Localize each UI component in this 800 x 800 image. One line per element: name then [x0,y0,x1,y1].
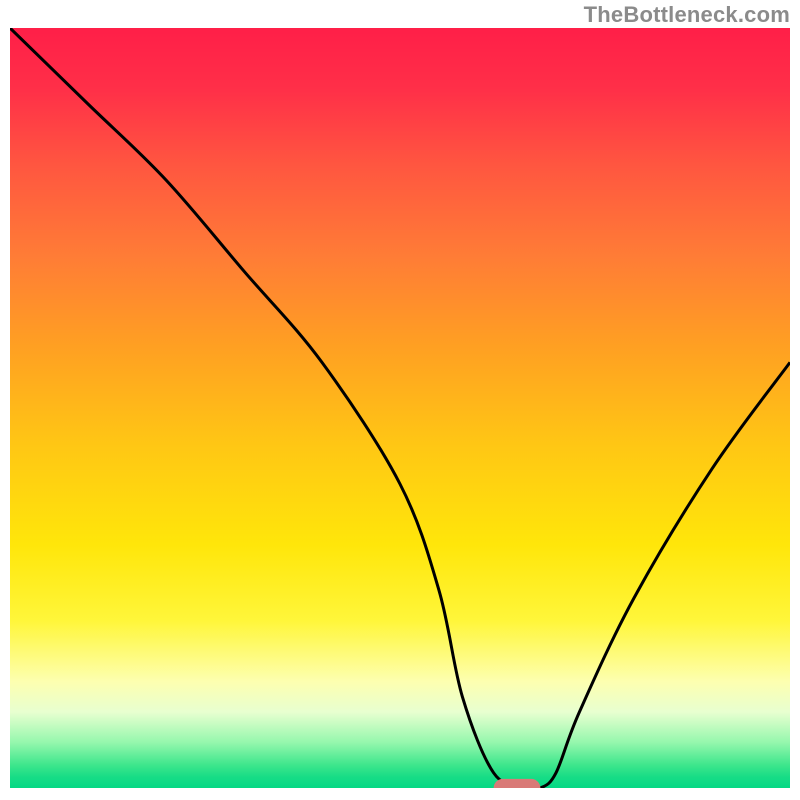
plot-area [10,28,790,788]
chart-stage: TheBottleneck.com [0,0,800,800]
attribution-label: TheBottleneck.com [584,2,790,28]
chart-svg [10,28,790,788]
optimal-marker [494,779,541,788]
optimal-marker-pill [494,779,541,788]
